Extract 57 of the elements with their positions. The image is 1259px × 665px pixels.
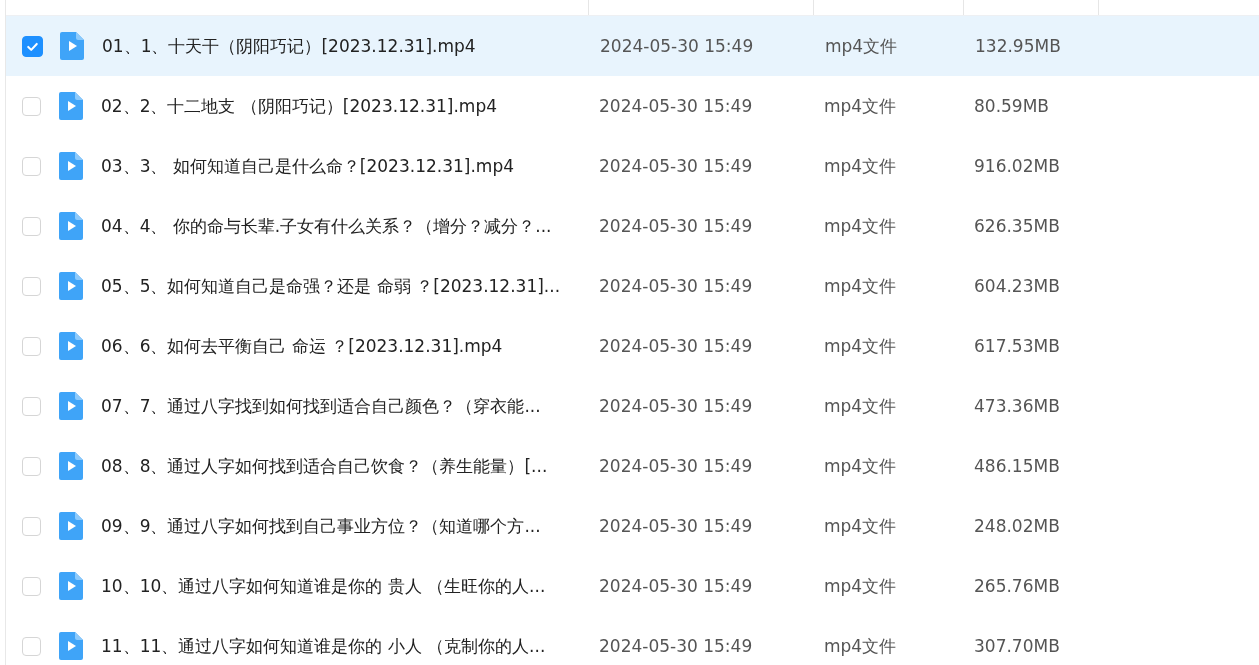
modified-time: 2024-05-30 15:49 [599, 516, 754, 536]
modified-time: 2024-05-30 15:49 [599, 96, 754, 116]
file-size: 265.76MB [974, 576, 1061, 596]
file-type: mp4文件 [824, 334, 898, 358]
file-size: 916.02MB [974, 156, 1061, 176]
file-size: 80.59MB [974, 96, 1050, 116]
file-type: mp4文件 [824, 394, 898, 418]
modified-time: 2024-05-30 15:49 [599, 636, 754, 656]
video-file-icon [59, 392, 83, 420]
file-type: mp4文件 [824, 274, 898, 298]
modified-time: 2024-05-30 15:49 [599, 396, 754, 416]
video-file-icon [59, 92, 83, 120]
file-size: 486.15MB [974, 456, 1061, 476]
file-name[interactable]: 06、6、如何去平衡自己 命运 ？[2023.12.31].mp4 [101, 334, 599, 358]
file-type: mp4文件 [824, 154, 898, 178]
file-type: mp4文件 [824, 574, 898, 598]
modified-time: 2024-05-30 15:49 [599, 576, 754, 596]
file-size: 604.23MB [974, 276, 1061, 296]
file-size: 617.53MB [974, 336, 1061, 356]
file-type: mp4文件 [824, 514, 898, 538]
file-name[interactable]: 05、5、如何知道自己是命强？还是 命弱 ？[2023.12.31]... [101, 274, 599, 298]
modified-time: 2024-05-30 15:49 [599, 276, 754, 296]
video-file-icon [59, 452, 83, 480]
file-name[interactable]: 11、11、通过八字如何知道谁是你的 小人 （克制你的人... [101, 634, 599, 658]
file-size: 307.70MB [974, 636, 1061, 656]
video-file-icon [59, 512, 83, 540]
selected-row-highlight[interactable]: 01、1、十天干（阴阳巧记）[2023.12.31].mp4 2024-05-30 15:49 mp4文件 132.95MB [6, 16, 1259, 76]
file-size: 132.95MB [975, 36, 1062, 56]
file-name[interactable]: 04、4、 你的命与长辈.子女有什么关系？（增分？减分？... [101, 214, 599, 238]
modified-time: 2024-05-30 15:49 [600, 36, 755, 56]
file-type: mp4文件 [824, 94, 898, 118]
file-name[interactable]: 07、7、通过八字找到如何找到适合自己颜色？（穿衣能... [101, 394, 599, 418]
file-name[interactable]: 08、8、通过人字如何找到适合自己饮食？（养生能量）[... [101, 454, 599, 478]
file-type: mp4文件 [824, 214, 898, 238]
file-name[interactable]: 09、9、通过八字如何找到自己事业方位？（知道哪个方... [101, 514, 599, 538]
modified-time: 2024-05-30 15:49 [599, 156, 754, 176]
modified-time: 2024-05-30 15:49 [599, 456, 754, 476]
file-type: mp4文件 [824, 454, 898, 478]
modified-time: 2024-05-30 15:49 [599, 336, 754, 356]
file-type: mp4文件 [825, 34, 899, 58]
video-file-icon [59, 332, 83, 360]
video-file-icon [59, 572, 83, 600]
modified-time: 2024-05-30 15:49 [599, 216, 754, 236]
file-size: 248.02MB [974, 516, 1061, 536]
file-name[interactable]: 10、10、通过八字如何知道谁是你的 贵人 （生旺你的人... [101, 574, 599, 598]
file-name[interactable]: 01、1、十天干（阴阳巧记）[2023.12.31].mp4 [102, 34, 600, 58]
video-file-icon [59, 152, 83, 180]
file-name[interactable]: 03、3、 如何知道自己是什么命？[2023.12.31].mp4 [101, 154, 599, 178]
video-file-icon [60, 32, 84, 60]
file-type: mp4文件 [824, 634, 898, 658]
file-size: 473.36MB [974, 396, 1061, 416]
video-file-icon [59, 632, 83, 660]
video-file-icon [59, 212, 83, 240]
file-name[interactable]: 02、2、十二地支 （阴阳巧记）[2023.12.31].mp4 [101, 94, 599, 118]
checkbox[interactable] [22, 35, 43, 57]
video-file-icon [59, 272, 83, 300]
file-size: 626.35MB [974, 216, 1061, 236]
